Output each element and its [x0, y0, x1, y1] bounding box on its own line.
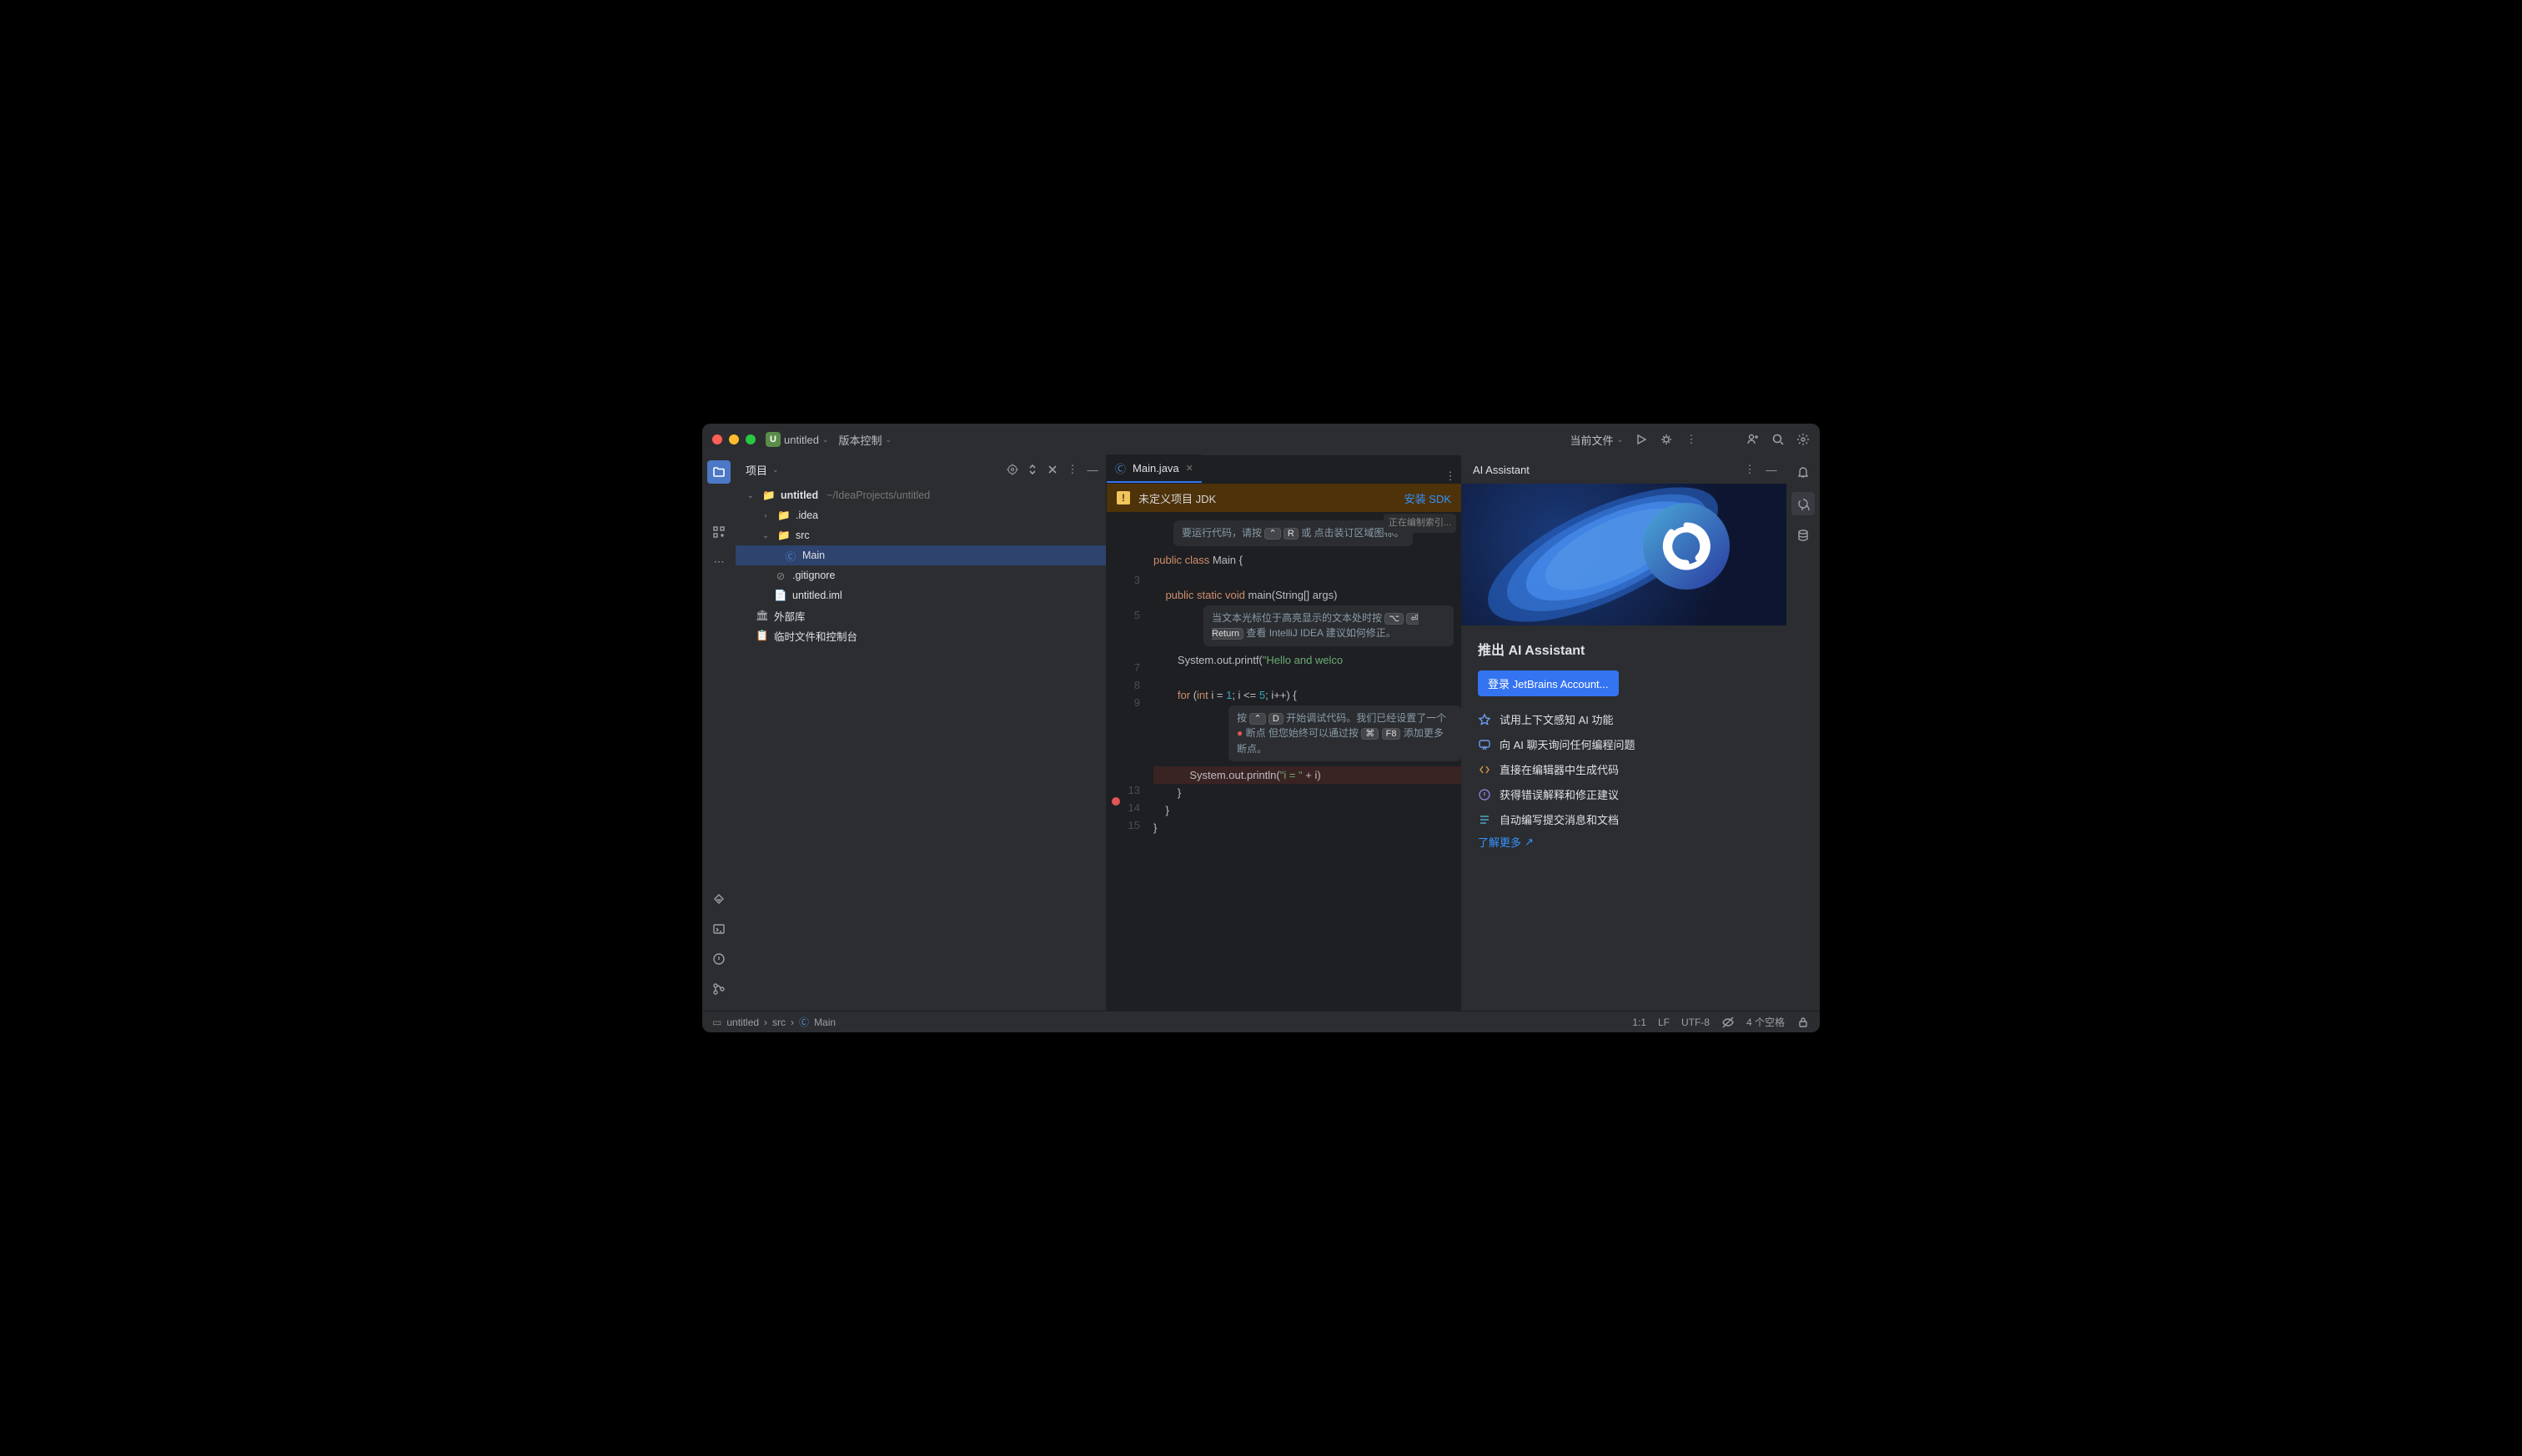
- tree-file-iml[interactable]: 📄 untitled.iml: [736, 585, 1106, 605]
- editor-tab[interactable]: Ⓒ Main.java ✕: [1107, 454, 1202, 483]
- more-icon[interactable]: ⋮: [1743, 463, 1756, 476]
- ai-feature-item: 直接在编辑器中生成代码: [1478, 761, 1770, 777]
- lock-icon[interactable]: [1796, 1016, 1810, 1029]
- tree-file-main[interactable]: Ⓒ Main: [736, 545, 1106, 565]
- file-icon: 📄: [774, 589, 787, 602]
- left-toolbar: ⋯: [702, 455, 736, 1011]
- breakpoint-icon[interactable]: [1112, 797, 1120, 806]
- minimize-icon[interactable]: —: [1086, 463, 1099, 476]
- tree-folder-src[interactable]: ⌄📁src: [736, 525, 1106, 545]
- tree-folder-idea[interactable]: ›📁.idea: [736, 505, 1106, 525]
- indent[interactable]: 4 个空格: [1746, 1015, 1785, 1029]
- install-sdk-link[interactable]: 安装 SDK: [1404, 490, 1451, 506]
- more-icon[interactable]: ⋮: [1066, 463, 1079, 476]
- ai-feature-item: 向 AI 聊天询问任何编程问题: [1478, 736, 1770, 752]
- file-icon: ⊘: [774, 569, 787, 582]
- encoding[interactable]: UTF-8: [1681, 1017, 1710, 1028]
- chevron-down-icon[interactable]: ⌄: [772, 465, 779, 474]
- window-controls: [712, 434, 756, 444]
- chevron-down-icon: ⌄: [822, 435, 829, 444]
- database-tool-button[interactable]: [1791, 524, 1815, 547]
- more-tool-button[interactable]: ⋯: [707, 550, 731, 574]
- notifications-button[interactable]: [1791, 460, 1815, 484]
- feature-icon: [1478, 788, 1491, 801]
- scratch-icon: 📋: [756, 629, 769, 642]
- tree-file-gitignore[interactable]: ⊘ .gitignore: [736, 565, 1106, 585]
- cursor-position[interactable]: 1:1: [1632, 1017, 1646, 1028]
- current-file-menu[interactable]: 当前文件 ⌄: [1570, 432, 1623, 448]
- collab-icon[interactable]: [1746, 433, 1760, 446]
- feature-icon: [1478, 738, 1491, 751]
- chevron-down-icon: ⌄: [1616, 435, 1623, 444]
- more-icon[interactable]: ⋮: [1685, 433, 1698, 446]
- project-name: untitled: [784, 434, 819, 446]
- right-toolbar: [1786, 455, 1820, 1011]
- library-icon: 🏛: [756, 609, 769, 622]
- project-tool-button[interactable]: [707, 460, 731, 484]
- editor-more-icon[interactable]: ⋮: [1439, 469, 1461, 483]
- services-tool-button[interactable]: [707, 887, 731, 911]
- class-icon: Ⓒ: [784, 549, 797, 562]
- project-badge: U: [766, 432, 781, 447]
- line-separator[interactable]: LF: [1658, 1017, 1670, 1028]
- external-icon: ↗: [1525, 836, 1534, 849]
- run-icon[interactable]: [1635, 433, 1648, 446]
- tree-external-libs[interactable]: 🏛 外部库: [736, 605, 1106, 625]
- banner-text: 未定义项目 JDK: [1138, 490, 1216, 506]
- vcs-menu[interactable]: 版本控制 ⌄: [838, 432, 892, 448]
- ai-feature-item: 自动编写提交消息和文档: [1478, 811, 1770, 827]
- close-tab-icon[interactable]: ✕: [1186, 463, 1193, 474]
- debug-hint: 按 ⌃ D 开始调试代码。我们已经设置了一个 ● 断点 但您始终可以通过按 ⌘ …: [1228, 705, 1461, 761]
- readonly-icon[interactable]: [1721, 1016, 1735, 1029]
- expand-icon[interactable]: [1026, 463, 1039, 476]
- ai-hero-image: [1461, 484, 1786, 625]
- ai-assistant-panel: AI Assistant ⋮ — 推出 AI Assistan: [1461, 455, 1786, 1011]
- project-selector[interactable]: U untitled ⌄: [766, 432, 828, 447]
- ai-headline: 推出 AI Assistant: [1478, 639, 1770, 659]
- ai-feature-item: 获得错误解释和修正建议: [1478, 786, 1770, 802]
- titlebar: U untitled ⌄ 版本控制 ⌄ 当前文件 ⌄ ⋮: [702, 424, 1820, 455]
- project-tree[interactable]: ⌄📁 untitled ~/IdeaProjects/untitled ›📁.i…: [736, 484, 1106, 1011]
- gutter[interactable]: 35789131415: [1107, 512, 1147, 1011]
- status-bar: ▭untitled ›src ›ⒸMain 1:1 LF UTF-8 4 个空格: [702, 1011, 1820, 1032]
- minimize-icon[interactable]: [729, 434, 739, 444]
- panel-title: 项目: [746, 462, 767, 478]
- maximize-icon[interactable]: [746, 434, 756, 444]
- tree-scratches[interactable]: 📋 临时文件和控制台: [736, 625, 1106, 645]
- intention-hint: 当文本光标位于高亮显示的文本处时按 ⌥ ⏎ Return 查看 IntelliJ…: [1203, 605, 1454, 646]
- folder-icon: 📁: [762, 489, 776, 502]
- learn-more-link[interactable]: 了解更多 ↗: [1478, 834, 1534, 850]
- code-editor[interactable]: 正在编制索引... 35789131415 要运行代码，请按 ⌃ R 或 点击装…: [1107, 512, 1461, 1011]
- feature-icon: [1478, 763, 1491, 776]
- debug-icon[interactable]: [1660, 433, 1673, 446]
- tree-root[interactable]: ⌄📁 untitled ~/IdeaProjects/untitled: [736, 485, 1106, 505]
- feature-icon: [1478, 813, 1491, 826]
- structure-tool-button[interactable]: [707, 520, 731, 544]
- ai-title: AI Assistant: [1473, 464, 1530, 476]
- close-icon[interactable]: [1046, 463, 1059, 476]
- class-icon: Ⓒ: [1115, 460, 1126, 476]
- minimize-icon[interactable]: —: [1765, 463, 1778, 476]
- chevron-down-icon: ⌄: [885, 435, 892, 444]
- search-icon[interactable]: [1771, 433, 1785, 446]
- login-button[interactable]: 登录 JetBrains Account...: [1478, 670, 1619, 696]
- target-icon[interactable]: [1006, 463, 1019, 476]
- editor-area: Ⓒ Main.java ✕ ⋮ ! 未定义项目 JDK 安装 SDK 正在编制索…: [1107, 455, 1461, 1011]
- feature-icon: [1478, 713, 1491, 726]
- terminal-tool-button[interactable]: [707, 917, 731, 941]
- jdk-banner: ! 未定义项目 JDK 安装 SDK: [1107, 484, 1461, 512]
- run-hint: 要运行代码，请按 ⌃ R 或 点击装订区域图标。: [1173, 520, 1413, 546]
- project-panel: 项目 ⌄ ⋮ — ⌄📁 untitled ~/IdeaProjects/unti…: [736, 455, 1107, 1011]
- warning-icon: !: [1117, 491, 1130, 505]
- indexing-label: 正在编制索引...: [1384, 514, 1456, 533]
- ai-feature-item: 试用上下文感知 AI 功能: [1478, 711, 1770, 727]
- close-icon[interactable]: [712, 434, 722, 444]
- ai-tool-button[interactable]: [1791, 492, 1815, 515]
- git-tool-button[interactable]: [707, 977, 731, 1001]
- problems-tool-button[interactable]: [707, 947, 731, 971]
- breadcrumb[interactable]: ▭untitled ›src ›ⒸMain: [712, 1015, 836, 1029]
- settings-icon[interactable]: [1796, 433, 1810, 446]
